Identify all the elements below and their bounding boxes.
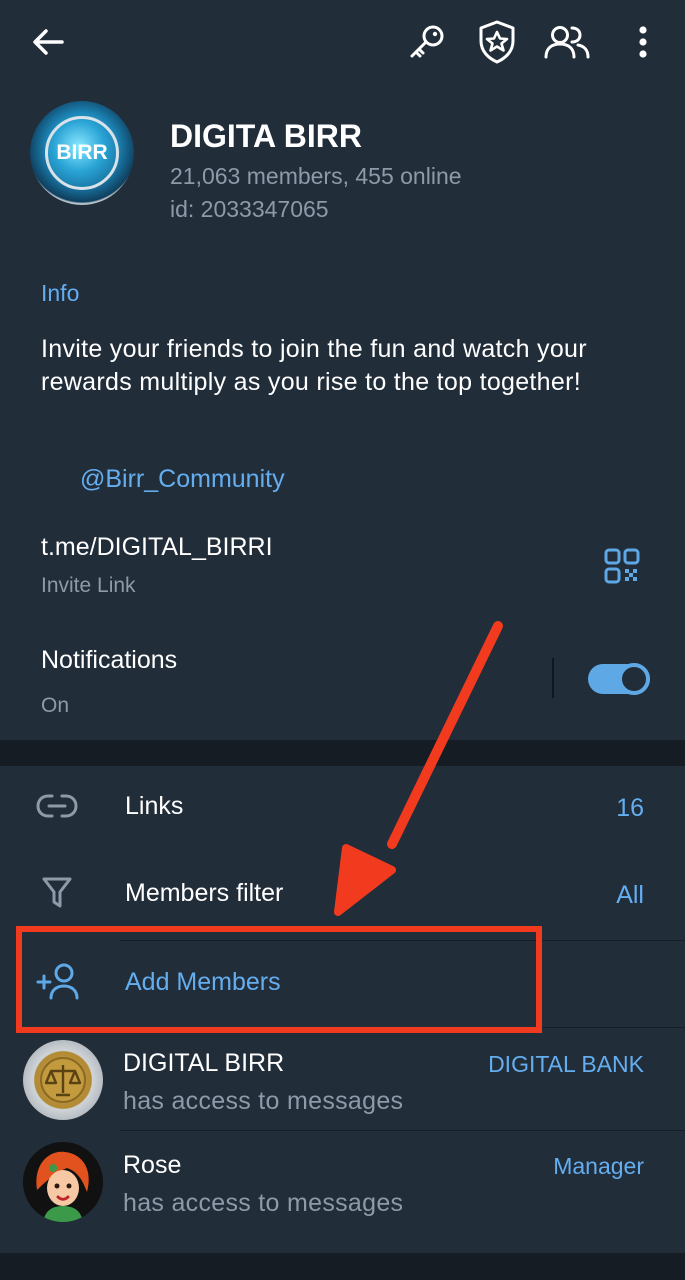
shield-star-icon: [479, 20, 515, 64]
members-icon: [544, 26, 590, 59]
filter-icon: [42, 877, 72, 908]
cartoon-avatar-icon: [23, 1142, 103, 1222]
member-name: DIGITAL BIRR: [123, 1049, 285, 1077]
members-filter-label: Members filter: [125, 879, 284, 907]
member-status: has access to messages: [123, 1189, 404, 1217]
arrow-left-icon: [33, 29, 64, 55]
qr-code-icon: [604, 548, 640, 584]
more-button[interactable]: [626, 20, 660, 64]
member-count: 21,063 members, 455 online: [170, 163, 462, 189]
divider: [552, 658, 554, 698]
key-icon: [410, 25, 444, 58]
section-gap: [0, 740, 685, 766]
row-divider: [120, 1130, 685, 1131]
about-text: Invite your friends to join the fun and …: [41, 335, 587, 396]
notifications-toggle[interactable]: [588, 663, 650, 695]
admin-rights-button[interactable]: [404, 20, 450, 64]
members-button[interactable]: [542, 20, 592, 64]
channel-id: id: 2033347065: [170, 196, 329, 222]
scales-coin-icon: [40, 1057, 86, 1103]
info-heading: Info: [41, 280, 80, 306]
channel-title: DIGITA BIRR: [170, 118, 362, 154]
back-button[interactable]: [26, 22, 70, 62]
members-filter-value: All: [616, 881, 644, 909]
link-icon: [36, 794, 78, 818]
notifications-label: Notifications: [41, 646, 178, 674]
links-label: Links: [125, 792, 184, 820]
channel-avatar[interactable]: BIRR: [30, 101, 134, 205]
members-filter-row[interactable]: [0, 855, 685, 935]
links-count: 16: [616, 794, 644, 822]
member-avatar: [23, 1040, 103, 1120]
invite-link[interactable]: t.me/DIGITAL_BIRRI: [41, 533, 273, 562]
toggle-knob: [618, 663, 650, 695]
more-vertical-icon: [639, 26, 647, 58]
member-role: Manager: [553, 1153, 644, 1179]
notifications-state: On: [41, 694, 70, 717]
member-avatar: [23, 1142, 103, 1222]
qr-code-button[interactable]: [600, 544, 644, 588]
member-name: Rose: [123, 1151, 182, 1179]
section-gap: [0, 1253, 685, 1280]
community-mention-link[interactable]: @Birr_Community: [80, 465, 285, 494]
member-role: DIGITAL BANK: [488, 1051, 644, 1077]
member-status: has access to messages: [123, 1087, 404, 1115]
permissions-button[interactable]: [474, 18, 520, 66]
avatar-logo: BIRR: [45, 116, 119, 190]
links-row[interactable]: [0, 770, 685, 850]
annotation-highlight-box: [16, 926, 542, 1033]
invite-link-label: Invite Link: [41, 574, 136, 597]
